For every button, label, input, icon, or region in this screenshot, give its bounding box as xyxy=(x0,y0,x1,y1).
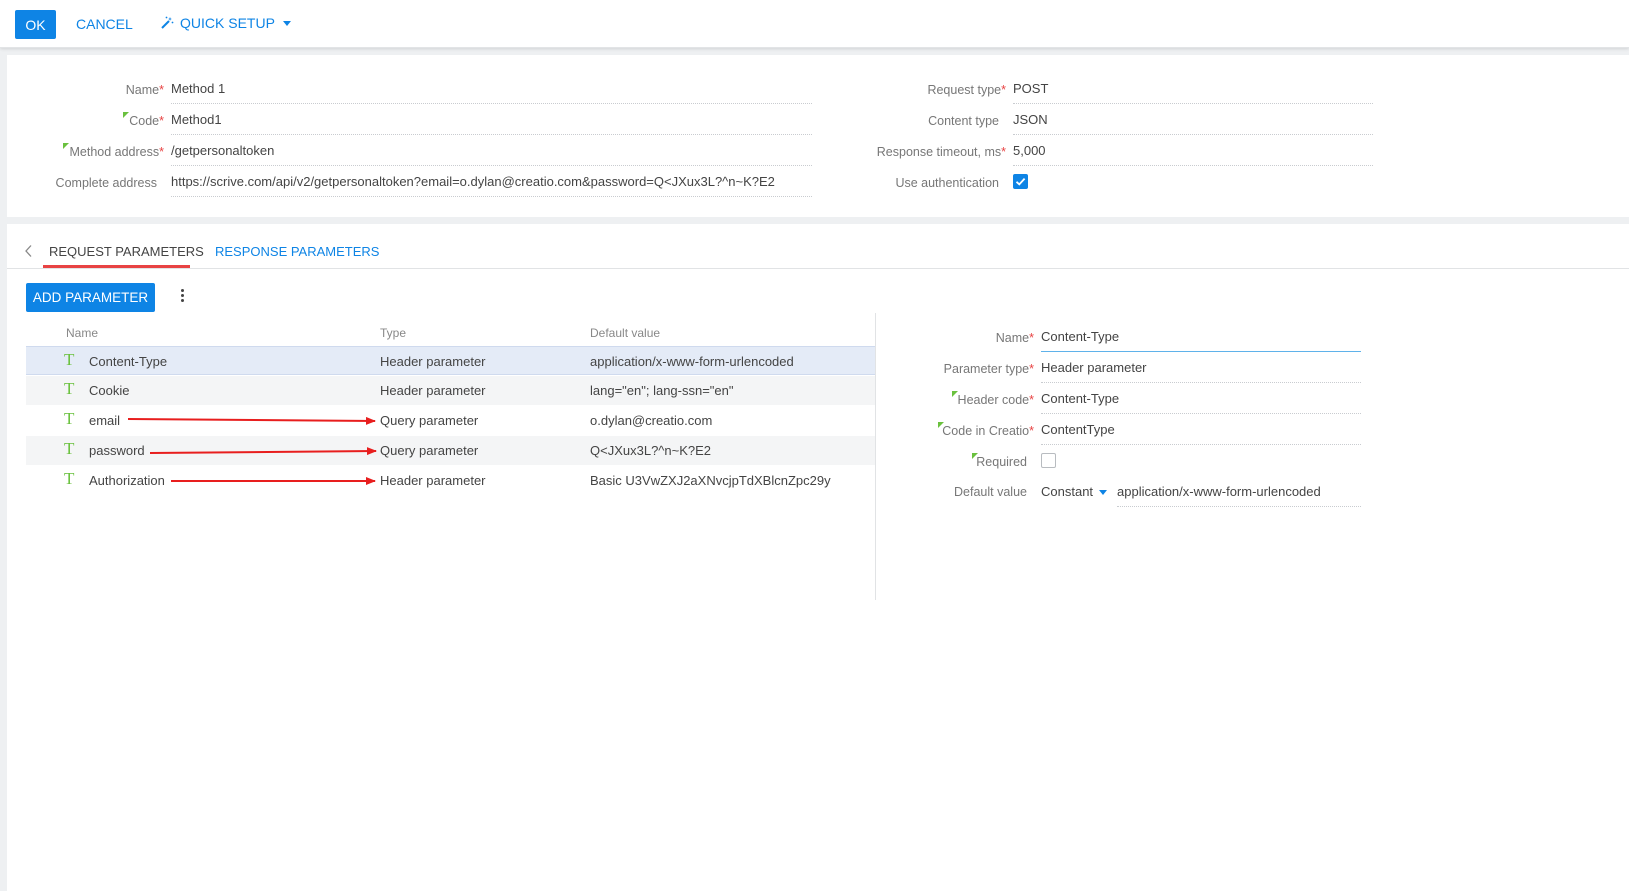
detail-name-input[interactable]: Content-Type xyxy=(1041,328,1361,352)
text-type-icon: T xyxy=(64,379,75,398)
tab-response-parameters[interactable]: RESPONSE PARAMETERS xyxy=(215,244,379,259)
table-row[interactable]: T email Query parameter o.dylan@creatio.… xyxy=(26,406,875,435)
more-actions-icon[interactable] xyxy=(178,289,186,305)
request-type-label: Request type* xyxy=(927,83,1006,97)
detail-divider xyxy=(875,313,876,600)
top-toolbar: OK CANCEL QUICK SETUP xyxy=(0,0,1629,48)
content-type-label: Content type xyxy=(928,114,999,128)
parameter-type-field[interactable]: Header parameter xyxy=(1041,359,1361,383)
table-row[interactable]: T Authorization Header parameter Basic U… xyxy=(26,466,875,495)
chevron-down-icon xyxy=(282,20,291,26)
magic-wand-icon xyxy=(161,16,174,29)
request-type-field[interactable]: POST xyxy=(1013,80,1373,104)
param-name: email xyxy=(89,413,121,428)
required-label: Required xyxy=(976,455,1027,469)
name-field[interactable]: Method 1 xyxy=(171,80,812,104)
param-type: Header parameter xyxy=(380,473,486,488)
text-type-icon: T xyxy=(64,350,75,369)
method-address-field[interactable]: /getpersonaltoken xyxy=(171,142,812,166)
tab-request-parameters[interactable]: REQUEST PARAMETERS xyxy=(49,244,204,259)
table-row[interactable]: T Cookie Header parameter lang="en"; lan… xyxy=(26,376,875,405)
default-value-field[interactable]: application/x-www-form-urlencoded xyxy=(1117,483,1361,507)
default-value-mode-select[interactable]: Constant xyxy=(1041,484,1108,499)
text-type-icon: T xyxy=(64,439,75,458)
table-row[interactable]: T password Query parameter Q<JXux3L?^n~K… xyxy=(26,436,875,465)
param-default: Basic U3VwZXJ2aXNvcjpTdXBlcnZpc29y xyxy=(590,473,831,488)
param-default: o.dylan@creatio.com xyxy=(590,413,713,428)
complete-address-label: Complete address xyxy=(55,176,157,190)
use-authentication-checkbox[interactable] xyxy=(1013,174,1028,189)
table-row[interactable]: T Content-Type Header parameter applicat… xyxy=(26,346,875,375)
param-type: Header parameter xyxy=(380,383,486,398)
column-header-name[interactable]: Name xyxy=(66,326,98,340)
name-field-label: Name* xyxy=(125,83,164,97)
param-name: Authorization xyxy=(89,473,165,488)
tabs-scroll-left-button[interactable] xyxy=(24,244,34,261)
param-default: Q<JXux3L?^n~K?E2 xyxy=(590,443,712,458)
detail-name-label: Name* xyxy=(995,331,1034,345)
param-name: Content-Type xyxy=(89,354,168,369)
response-timeout-label: Response timeout, ms* xyxy=(876,145,1006,159)
param-type: Header parameter xyxy=(380,354,486,369)
response-timeout-field[interactable]: 5,000 xyxy=(1013,142,1373,166)
parameter-type-label: Parameter type* xyxy=(943,362,1034,376)
text-type-icon: T xyxy=(64,409,75,428)
method-address-label: Method address* xyxy=(69,145,164,159)
code-in-creatio-label: Code in Creatio* xyxy=(942,424,1034,438)
param-default: lang="en"; lang-ssn="en" xyxy=(590,383,734,398)
code-field-label: Code* xyxy=(129,114,164,128)
code-field[interactable]: Method1 xyxy=(171,111,812,135)
chevron-left-icon xyxy=(25,245,32,257)
default-value-label: Default value xyxy=(954,485,1027,499)
default-value-mode: Constant xyxy=(1041,484,1094,499)
quick-setup-button[interactable]: QUICK SETUP xyxy=(160,15,291,31)
param-default: application/x-www-form-urlencoded xyxy=(590,354,794,369)
required-checkbox[interactable] xyxy=(1041,453,1056,468)
add-parameter-button[interactable]: ADD PARAMETER xyxy=(26,283,155,312)
param-type: Query parameter xyxy=(380,443,479,458)
header-code-field[interactable]: Content-Type xyxy=(1041,390,1361,414)
tabs-divider xyxy=(7,268,1629,269)
quick-setup-label: QUICK SETUP xyxy=(180,15,275,31)
ok-button[interactable]: OK xyxy=(15,10,56,39)
complete-address-field[interactable]: https://scrive.com/api/v2/getpersonaltok… xyxy=(171,173,812,197)
param-type: Query parameter xyxy=(380,413,479,428)
use-authentication-label: Use authentication xyxy=(895,176,999,190)
column-header-default-value[interactable]: Default value xyxy=(590,326,660,340)
chevron-down-icon xyxy=(1099,490,1108,496)
header-code-label: Header code* xyxy=(957,393,1034,407)
parameters-panel xyxy=(7,224,1629,891)
checkmark-icon xyxy=(1015,177,1026,186)
text-type-icon: T xyxy=(64,469,75,488)
cancel-button[interactable]: CANCEL xyxy=(76,16,133,32)
param-name: password xyxy=(89,443,145,458)
param-name: Cookie xyxy=(89,383,130,398)
content-type-field[interactable]: JSON xyxy=(1013,111,1373,135)
code-in-creatio-field[interactable]: ContentType xyxy=(1041,421,1361,445)
column-header-type[interactable]: Type xyxy=(380,326,406,340)
